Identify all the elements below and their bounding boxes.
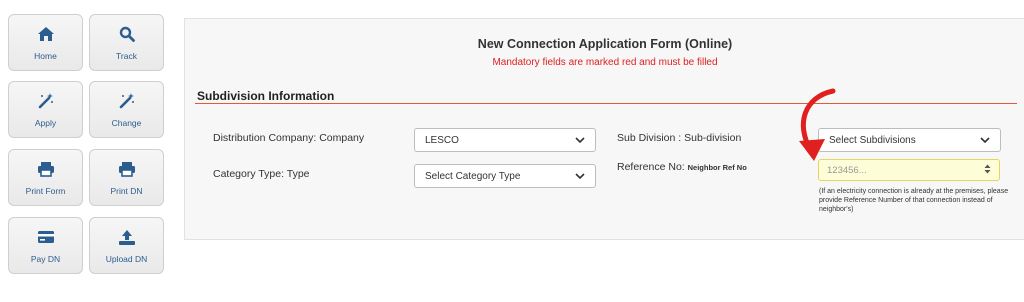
home-label: Home bbox=[34, 51, 57, 61]
chevron-down-icon bbox=[575, 171, 585, 181]
apply-button[interactable]: Apply bbox=[8, 81, 83, 138]
form-panel: New Connection Application Form (Online)… bbox=[184, 18, 1024, 240]
print-dn-button[interactable]: Print DN bbox=[89, 149, 164, 206]
apply-label: Apply bbox=[34, 118, 57, 128]
sub-division-label: Sub Division : Sub-division bbox=[617, 132, 742, 144]
pay-dn-label: Pay DN bbox=[30, 254, 61, 264]
distribution-company-select[interactable]: LESCO bbox=[414, 128, 596, 152]
printer-icon bbox=[117, 159, 137, 179]
track-button[interactable]: Track bbox=[89, 14, 164, 71]
curved-arrow-icon bbox=[799, 88, 836, 161]
search-icon bbox=[117, 24, 137, 44]
track-label: Track bbox=[116, 51, 137, 61]
upload-icon bbox=[117, 227, 137, 247]
spinner-arrows-icon[interactable] bbox=[984, 164, 991, 177]
distribution-company-value: LESCO bbox=[425, 134, 459, 146]
page: Home Track Apply Change Print Form Print… bbox=[0, 0, 1024, 302]
upload-dn-button[interactable]: Upload DN bbox=[89, 217, 164, 274]
print-form-label: Print Form bbox=[25, 186, 66, 196]
home-icon bbox=[36, 24, 56, 44]
magic-wand-icon bbox=[36, 91, 56, 111]
section-title: Subdivision Information bbox=[197, 89, 335, 103]
pay-dn-button[interactable]: Pay DN bbox=[8, 217, 83, 274]
reference-no-label: Reference No: Neighbor Ref No bbox=[617, 161, 747, 173]
home-button[interactable]: Home bbox=[8, 14, 83, 71]
mandatory-notice: Mandatory fields are marked red and must… bbox=[492, 57, 718, 68]
print-dn-label: Print DN bbox=[110, 186, 143, 196]
magic-wand-icon bbox=[117, 91, 137, 111]
reference-no-help-text: (If an electricity connection is already… bbox=[819, 188, 1009, 213]
print-form-button[interactable]: Print Form bbox=[8, 149, 83, 206]
reference-no-label-sub: Neighbor Ref No bbox=[687, 163, 747, 172]
printer-icon bbox=[36, 159, 56, 179]
category-type-label: Category Type: Type bbox=[213, 168, 310, 180]
change-label: Change bbox=[111, 118, 142, 128]
change-button[interactable]: Change bbox=[89, 81, 164, 138]
form-title: New Connection Application Form (Online) bbox=[477, 37, 733, 51]
upload-dn-label: Upload DN bbox=[105, 254, 148, 264]
reference-no-placeholder: 123456... bbox=[827, 164, 867, 176]
chevron-down-icon bbox=[980, 135, 990, 145]
credit-card-icon bbox=[36, 227, 56, 247]
reference-no-label-main: Reference No: bbox=[617, 161, 685, 173]
chevron-down-icon bbox=[575, 135, 585, 145]
category-type-value: Select Category Type bbox=[425, 170, 521, 182]
section-divider bbox=[195, 103, 1017, 104]
category-type-select[interactable]: Select Category Type bbox=[414, 164, 596, 188]
distribution-company-label: Distribution Company: Company bbox=[213, 132, 365, 144]
